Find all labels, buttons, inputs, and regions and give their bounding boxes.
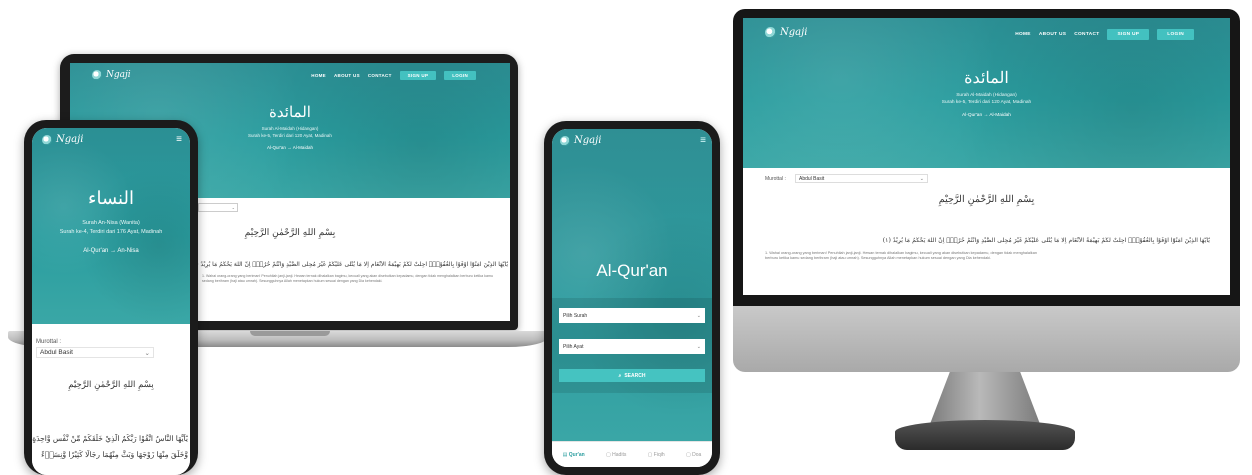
surah-name: Surah An-Nisa (Wanita) — [82, 220, 140, 226]
logo[interactable]: Ngaji — [765, 27, 807, 38]
monitor-stand-neck — [930, 372, 1040, 424]
chevron-down-icon: ⌄ — [919, 175, 924, 182]
phone-screen-left: Ngaji ≡ النساء Surah An-Nisa (Wanita) Su… — [32, 128, 190, 475]
logo-icon — [42, 134, 52, 145]
signup-button[interactable]: SIGN UP — [1107, 29, 1150, 40]
murottal-row: Murottal : — [765, 176, 786, 182]
logo-icon — [765, 27, 776, 38]
reciter-select[interactable]: ⌄ — [198, 203, 238, 212]
tab-hadits[interactable]: ▢ Hadits — [606, 452, 626, 458]
murottal-label: Murottal : — [765, 176, 786, 182]
breadcrumb-current: Al-Maidah — [989, 113, 1011, 118]
breadcrumb-home[interactable]: Al-Qur'an — [962, 113, 982, 118]
nav-contact[interactable]: CONTACT — [1074, 32, 1099, 37]
login-button[interactable]: LOGIN — [1157, 29, 1194, 40]
monitor-screen: Ngaji HOME ABOUT US CONTACT SIGN UP LOGI… — [743, 18, 1230, 295]
hamburger-menu-icon[interactable]: ≡ — [176, 134, 182, 145]
tab-fiqih[interactable]: ▢ Fiqih — [648, 452, 665, 458]
signup-button[interactable]: SIGN UP — [399, 71, 437, 80]
reciter-select[interactable]: Abdul Basit ⌄ — [36, 347, 154, 358]
top-nav: HOME ABOUT US CONTACT SIGN UP LOGIN — [1015, 29, 1194, 40]
chevron-down-icon: ⌄ — [696, 312, 701, 319]
chevron-down-icon: ⌄ — [696, 343, 701, 350]
breadcrumb-home[interactable]: Al-Qur'an — [83, 248, 108, 254]
logo-icon — [92, 70, 102, 80]
hero-banner: Ngaji ≡ النساء Surah An-Nisa (Wanita) Su… — [32, 128, 190, 324]
monitor-chin — [733, 306, 1240, 372]
logo[interactable]: Ngaji — [92, 70, 131, 80]
phone-screen-middle: Ngaji ≡ Al-Qur'an Pilih Surah ⌄ Pilih Ay… — [552, 129, 712, 467]
breadcrumb-home[interactable]: Al-Qur'an — [267, 145, 286, 150]
arrow-right-icon: → — [110, 248, 117, 254]
search-icon: ⌕ — [618, 372, 622, 379]
ayah-translation: 1. Wahai orang-orang yang beriman! Penuh… — [202, 274, 493, 283]
nav-home[interactable]: HOME — [311, 73, 326, 78]
ayah-arabic: يٰٓاَيُّهَا الَّذِيْنَ اٰمَنُوْٓا اَوْفُ… — [882, 237, 1210, 244]
reciter-select[interactable]: Abdul Basit ⌄ — [795, 174, 928, 183]
search-hero: Ngaji ≡ Al-Qur'an Pilih Surah ⌄ Pilih Ay… — [552, 129, 712, 441]
surah-content: Murottal : Abdul Basit ⌄ بِسْمِ اللهِ ال… — [32, 324, 190, 475]
surah-title-arabic: المائدة — [269, 103, 311, 121]
top-nav: HOME ABOUT US CONTACT SIGN UP LOGIN — [311, 71, 476, 80]
surah-info: Surah ke-4, Terdiri dari 176 Ayat, Madin… — [59, 229, 163, 235]
logo-icon — [560, 135, 570, 146]
hamburger-menu-icon[interactable]: ≡ — [700, 135, 706, 146]
nav-about[interactable]: ABOUT US — [334, 73, 360, 78]
breadcrumb: Al-Qur'an → Al-Maidah — [743, 113, 1230, 118]
bismillah: بِسْمِ اللهِ الرَّحْمٰنِ الرَّحِيْمِ — [938, 194, 1035, 205]
murottal-label: Murottal : — [36, 339, 62, 345]
nav-home[interactable]: HOME — [1015, 32, 1031, 37]
surah-title-arabic: المائدة — [964, 68, 1009, 87]
tab-doa[interactable]: ▢ Doa — [686, 452, 701, 458]
quran-title: Al-Qur'an — [596, 261, 668, 280]
laptop-notch — [250, 331, 330, 336]
logo[interactable]: Ngaji — [560, 135, 601, 146]
logo[interactable]: Ngaji — [42, 134, 83, 145]
ayah-arabic-line2: وَّخَلَقَ مِنْهَا زَوْجَهَا وَبَثَّ مِنْ… — [41, 450, 188, 459]
monitor-stand-foot — [895, 420, 1075, 450]
hero-banner: Ngaji HOME ABOUT US CONTACT SIGN UP LOGI… — [743, 18, 1230, 168]
surah-title-arabic: النساء — [88, 188, 134, 209]
bottom-tab-bar: ▤ Qur'an ▢ Hadits ▢ Fiqih ▢ Doa — [552, 441, 712, 467]
login-button[interactable]: LOGIN — [444, 71, 476, 80]
chevron-down-icon: ⌄ — [144, 349, 150, 357]
surah-info: Surah ke-5, Terdiri dari 120 Ayat, Madin… — [941, 100, 1032, 105]
surah-select[interactable]: Pilih Surah ⌄ — [559, 308, 705, 323]
tab-quran[interactable]: ▤ Qur'an — [563, 452, 585, 458]
surah-name: Surah Al-Maidah (Hidangan) — [956, 93, 1017, 98]
nav-about[interactable]: ABOUT US — [1039, 32, 1066, 37]
ayah-translation: 1. Wahai orang-orang yang beriman! Penuh… — [765, 251, 1037, 260]
breadcrumb-current: Al-Maidah — [292, 145, 313, 150]
ayat-select[interactable]: Pilih Ayat ⌄ — [559, 339, 705, 354]
bismillah: بِسْمِ اللهِ الرَّحْمٰنِ الرَّحِيْمِ — [68, 380, 154, 390]
breadcrumb-current: An-Nisa — [117, 248, 139, 254]
arrow-right-icon: → — [983, 113, 989, 118]
arrow-right-icon: → — [287, 145, 292, 150]
search-button[interactable]: ⌕ SEARCH — [559, 369, 705, 382]
chevron-down-icon: ⌄ — [231, 205, 235, 210]
breadcrumb: Al-Qur'an → An-Nisa — [32, 248, 190, 254]
ayah-arabic-line1: يٰٓاَيُّهَا النَّاسُ اتَّقُوْا رَبَّكُمُ… — [32, 434, 188, 443]
nav-contact[interactable]: CONTACT — [368, 73, 392, 78]
surah-content: Murottal : Abdul Basit ⌄ بِسْمِ اللهِ ال… — [743, 168, 1230, 295]
